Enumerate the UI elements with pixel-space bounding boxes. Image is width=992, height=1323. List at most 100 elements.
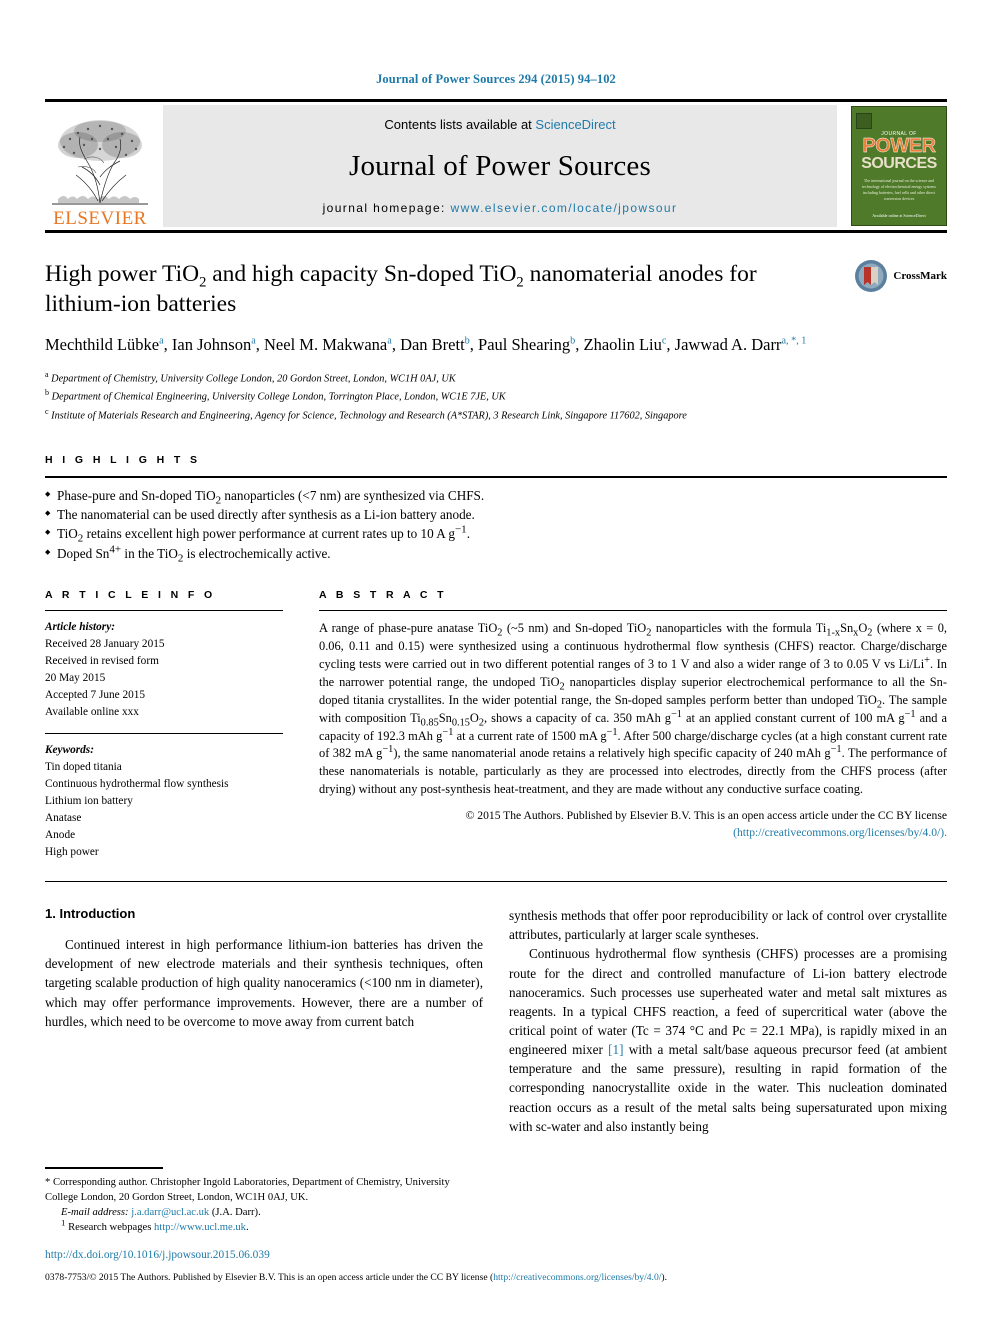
footnote-rule	[45, 1167, 163, 1169]
article-info-heading: A R T I C L E I N F O	[45, 588, 216, 601]
body-paragraph: Continued interest in high performance l…	[45, 937, 483, 1029]
history-item: Accepted 7 June 2015	[45, 689, 146, 702]
history-item: 20 May 2015	[45, 672, 106, 685]
author-entry[interactable]: Ian Johnsona	[172, 335, 256, 354]
cover-footer: Available online at ScienceDirect	[872, 212, 926, 218]
cover-sources-word: SOURCES	[861, 155, 937, 172]
author-affiliation-mark: a	[387, 335, 392, 347]
author-affiliation-mark: b	[464, 335, 470, 347]
author-affiliation-mark: a	[251, 335, 256, 347]
author-entry[interactable]: Paul Shearingb	[478, 335, 575, 354]
affiliation-item: b Department of Chemical Engineering, Un…	[45, 387, 947, 405]
email-label: E-mail address:	[61, 1206, 129, 1218]
footnotes: * Corresponding author. Christopher Ingo…	[45, 1167, 483, 1235]
keywords-block: Keywords: Tin doped titania Continuous h…	[45, 742, 283, 861]
body-columns: 1. Introduction Continued interest in hi…	[45, 906, 947, 1136]
elsevier-tree-icon	[52, 120, 148, 205]
author-name: Neel M. Makwana	[264, 335, 388, 355]
webpage-link[interactable]: http://www.ucl.me.uk	[154, 1222, 246, 1233]
citation-reference-link[interactable]: [1]	[608, 1042, 623, 1057]
issn-text: 0378-7753/	[45, 1272, 90, 1283]
author-name: Jawwad A. Darr	[674, 335, 782, 355]
highlights-section: H I G H L I G H T S Phase-pure and Sn-do…	[45, 454, 947, 564]
license-link[interactable]: (http://creativecommons.org/licenses/by/…	[733, 826, 947, 839]
keyword-item: High power	[45, 845, 99, 858]
highlight-item: Doped Sn4+ in the TiO2 is electrochemica…	[45, 544, 947, 564]
doi-link[interactable]: http://dx.doi.org/10.1016/j.jpowsour.201…	[45, 1249, 270, 1261]
affiliation-mark: b	[45, 388, 49, 398]
history-item: Received in revised form	[45, 655, 159, 668]
webpage-label: Research webpages	[68, 1221, 152, 1233]
legal-text: © 2015 The Authors. Published by Elsevie…	[89, 1272, 494, 1283]
body-paragraph-continued: synthesis methods that offer poor reprod…	[509, 908, 947, 943]
author-entry[interactable]: Zhaolin Liuc	[584, 335, 667, 354]
article-info-rule	[45, 609, 283, 612]
homepage-url-link[interactable]: www.elsevier.com/locate/jpowsour	[451, 201, 678, 215]
webpage-period: .	[245, 1221, 249, 1233]
crossmark-label: CrossMark	[893, 270, 947, 282]
homepage-prefix: journal homepage:	[322, 201, 446, 215]
highlight-item: TiO2 retains excellent high power perfor…	[45, 524, 947, 544]
paragraph-part-before-ref: Continuous hydrothermal flow synthesis (…	[509, 946, 947, 1058]
elsevier-logo: ELSEVIER	[45, 102, 155, 230]
highlight-item: The nanomaterial can be used directly af…	[45, 505, 947, 524]
abstract-text: A range of phase-pure anatase TiO2 (~5 n…	[319, 621, 948, 797]
journal-homepage-line: journal homepage: www.elsevier.com/locat…	[323, 201, 678, 215]
author-name: Zhaolin Liu	[583, 335, 662, 355]
author-affiliation-mark: b	[570, 335, 576, 347]
keyword-item: Anode	[45, 828, 76, 841]
affiliation-item: a Department of Chemistry, University Co…	[45, 369, 947, 387]
footnote-webpage: 1 Research webpages http://www.ucl.me.uk…	[45, 1218, 483, 1235]
author-entry[interactable]: Neel M. Makwanaa	[264, 335, 392, 354]
legal-license-link[interactable]: http://creativecommons.org/licenses/by/4…	[493, 1272, 661, 1283]
elsevier-wordmark: ELSEVIER	[53, 208, 147, 229]
abstract-heading: A B S T R A C T	[319, 588, 447, 601]
cover-power-word: POWER	[862, 135, 936, 157]
affiliation-mark: c	[45, 406, 49, 416]
affiliation-item: c Institute of Materials Research and En…	[45, 406, 947, 424]
contents-prefix: Contents lists available at	[384, 117, 532, 132]
author-entry[interactable]: Mechthild Lübkea	[45, 335, 164, 354]
abstract-rule	[319, 609, 947, 612]
affiliation-mark: a	[45, 370, 49, 380]
author-affiliation-mark: c	[661, 335, 667, 347]
title-subscript-2: 2	[516, 274, 524, 291]
article-info-divider	[45, 732, 283, 734]
author-name: Dan Brett	[400, 335, 465, 355]
title-block: CrossMark High power TiO 2 and high capac…	[45, 259, 947, 424]
article-history-block: Article history: Received 28 January 201…	[45, 619, 283, 721]
abstract-column: A B S T R A C T A range of phase-pure an…	[319, 589, 947, 861]
body-column-left: 1. Introduction Continued interest in hi…	[45, 906, 483, 1136]
journal-title: Journal of Power Sources	[349, 150, 651, 182]
abstract-bottom-rule	[45, 880, 947, 883]
author-name: Ian Johnson	[171, 335, 252, 355]
article-page: Journal of Power Sources 294 (2015) 94–1…	[0, 0, 992, 1323]
email-link[interactable]: j.a.darr@ucl.ac.uk	[131, 1207, 209, 1218]
email-owner: (J.A. Darr).	[211, 1206, 261, 1218]
journal-cover-thumbnail[interactable]: JOURNAL OF POWER SOURCES The internation…	[851, 106, 947, 226]
affiliation-text: Department of Chemistry, University Coll…	[51, 373, 456, 385]
title-segment-1: High power TiO	[45, 261, 200, 287]
contents-list-line: Contents lists available at ScienceDirec…	[384, 117, 615, 132]
cover-corner-block	[856, 113, 872, 129]
highlight-item: Phase-pure and Sn-doped TiO2 nanoparticl…	[45, 486, 947, 506]
masthead-bottom-rule	[45, 230, 947, 233]
crossmark-badge[interactable]: CrossMark	[854, 259, 947, 293]
journal-masthead: ELSEVIER Contents lists available at Sci…	[45, 99, 947, 233]
sciencedirect-link[interactable]: ScienceDirect	[535, 117, 615, 132]
author-entry[interactable]: Jawwad A. Darra, *, 1	[675, 335, 807, 354]
running-head: Journal of Power Sources 294 (2015) 94–1…	[376, 72, 616, 86]
highlights-rule	[45, 476, 947, 478]
keyword-item: Tin doped titania	[45, 760, 122, 773]
footnote-corresponding-author: * Corresponding author. Christopher Ingo…	[45, 1176, 450, 1203]
affiliation-list: a Department of Chemistry, University Co…	[45, 369, 947, 424]
affiliation-text: Department of Chemical Engineering, Univ…	[51, 391, 506, 403]
highlights-list: Phase-pure and Sn-doped TiO2 nanoparticl…	[45, 486, 947, 564]
masthead-center: Contents lists available at ScienceDirec…	[163, 105, 837, 227]
keywords-label: Keywords:	[45, 743, 94, 756]
section-heading-introduction: 1. Introduction	[45, 906, 136, 922]
author-affiliation-mark: a	[159, 335, 164, 347]
page-title: High power TiO 2 and high capacity Sn-dop…	[45, 259, 780, 319]
author-entry[interactable]: Dan Brettb	[400, 335, 470, 354]
copyright-text: © 2015 The Authors. Published by Elsevie…	[465, 808, 947, 822]
